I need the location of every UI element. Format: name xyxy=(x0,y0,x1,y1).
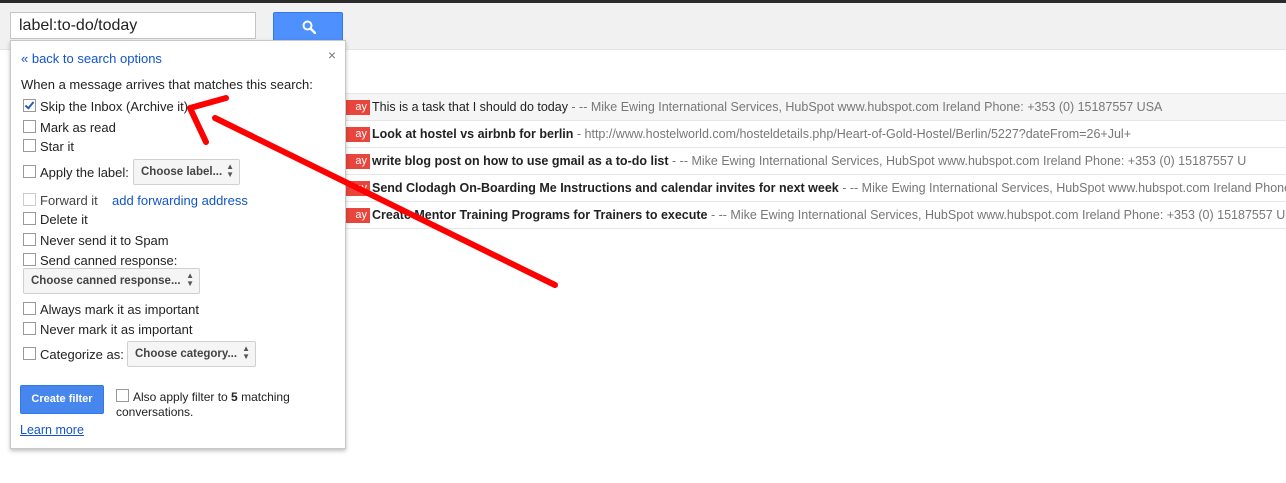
label-tag: ay xyxy=(344,154,370,169)
apply-label-label: Apply the label: xyxy=(40,165,129,180)
star-label: Star it xyxy=(40,139,74,154)
updown-arrow-icon: ▲ ▼ xyxy=(242,344,250,361)
label-tag: ay xyxy=(344,208,370,223)
option-mark-read[interactable]: Mark as read xyxy=(23,120,116,136)
create-filter-button[interactable]: Create filter xyxy=(20,385,104,414)
filter-intro-text: When a message arrives that matches this… xyxy=(21,77,313,92)
delete-label: Delete it xyxy=(40,212,88,227)
mark-read-checkbox[interactable] xyxy=(23,120,36,133)
skip-inbox-label: Skip the Inbox (Archive it) xyxy=(40,99,189,114)
forward-checkbox[interactable] xyxy=(23,193,36,206)
option-categorize[interactable]: Categorize as: xyxy=(23,347,124,363)
option-delete[interactable]: Delete it xyxy=(23,212,88,228)
option-never-important[interactable]: Never mark it as important xyxy=(23,322,192,338)
option-never-spam[interactable]: Never send it to Spam xyxy=(23,233,169,249)
message-row[interactable]: ay Send Clodagh On-Boarding Me Instructi… xyxy=(338,175,1286,202)
canned-response-label: Send canned response: xyxy=(40,253,178,268)
message-subject: This is a task that I should do today xyxy=(372,100,568,114)
learn-more-link[interactable]: Learn more xyxy=(20,423,84,437)
search-icon xyxy=(302,20,316,34)
choose-category-value: Choose category... xyxy=(135,348,238,360)
categorize-checkbox[interactable] xyxy=(23,347,36,360)
message-row[interactable]: ay This is a task that I should do today… xyxy=(338,93,1286,121)
never-important-label: Never mark it as important xyxy=(40,322,193,337)
also-apply-option[interactable]: Also apply filter to 5 matching conversa… xyxy=(116,389,316,420)
choose-canned-response-value: Choose canned response... xyxy=(31,275,181,287)
message-row[interactable]: ay Create Mentor Training Programs for T… xyxy=(338,202,1286,229)
back-to-search-options-link[interactable]: « back to search options xyxy=(21,51,162,66)
star-checkbox[interactable] xyxy=(23,139,36,152)
message-subject: Send Clodagh On-Boarding Me Instructions… xyxy=(372,181,839,195)
matching-count: 5 xyxy=(231,390,238,404)
message-row[interactable]: ay write blog post on how to use gmail a… xyxy=(338,148,1286,175)
option-skip-inbox[interactable]: Skip the Inbox (Archive it) xyxy=(23,99,188,115)
option-star[interactable]: Star it xyxy=(23,139,74,155)
apply-label-checkbox[interactable] xyxy=(23,165,36,178)
message-snippet: - http://www.hostelworld.com/hosteldetai… xyxy=(573,127,1131,141)
canned-response-checkbox[interactable] xyxy=(23,253,36,266)
close-icon[interactable]: × xyxy=(328,47,336,63)
option-canned-response[interactable]: Send canned response: xyxy=(23,253,177,269)
search-button[interactable] xyxy=(273,12,343,41)
message-subject: Create Mentor Training Programs for Trai… xyxy=(372,208,708,222)
also-apply-checkbox[interactable] xyxy=(116,389,129,402)
message-list: ay This is a task that I should do today… xyxy=(338,93,1286,229)
message-snippet: - -- Mike Ewing International Services, … xyxy=(707,208,1286,222)
option-forward[interactable]: Forward it xyxy=(23,193,98,209)
choose-canned-response-dropdown[interactable]: Choose canned response... ▲ ▼ xyxy=(23,268,200,294)
delete-checkbox[interactable] xyxy=(23,212,36,225)
mark-read-label: Mark as read xyxy=(40,120,116,135)
message-snippet: - -- Mike Ewing International Services, … xyxy=(567,100,1163,114)
updown-arrow-icon: ▲ ▼ xyxy=(186,271,194,288)
option-apply-label[interactable]: Apply the label: xyxy=(23,165,129,181)
message-row[interactable]: ay Look at hostel vs airbnb for berlin -… xyxy=(338,121,1286,148)
label-tag: ay xyxy=(344,100,370,115)
never-spam-checkbox[interactable] xyxy=(23,233,36,246)
message-snippet: - -- Mike Ewing International Services, … xyxy=(842,181,1286,195)
message-subject: write blog post on how to use gmail as a… xyxy=(372,154,669,168)
add-forwarding-address-link[interactable]: add forwarding address xyxy=(112,193,248,208)
search-input[interactable]: label:to-do/today xyxy=(10,12,256,39)
never-spam-label: Never send it to Spam xyxy=(40,233,169,248)
skip-inbox-checkbox[interactable] xyxy=(23,99,36,112)
always-important-label: Always mark it as important xyxy=(40,302,199,317)
label-tag: ay xyxy=(344,127,370,142)
also-apply-prefix: Also apply filter to xyxy=(133,390,232,404)
choose-category-dropdown[interactable]: Choose category... ▲ ▼ xyxy=(127,341,256,367)
choose-label-value: Choose label... xyxy=(141,166,223,178)
label-tag: ay xyxy=(344,181,370,196)
always-important-checkbox[interactable] xyxy=(23,302,36,315)
message-subject: Look at hostel vs airbnb for berlin xyxy=(372,127,574,141)
option-always-important[interactable]: Always mark it as important xyxy=(23,302,199,318)
message-snippet: - -- Mike Ewing International Services, … xyxy=(668,154,1247,168)
choose-label-dropdown[interactable]: Choose label... ▲ ▼ xyxy=(133,159,240,185)
never-important-checkbox[interactable] xyxy=(23,322,36,335)
filter-dialog: « back to search options × When a messag… xyxy=(10,40,346,449)
categorize-label: Categorize as: xyxy=(40,347,124,362)
forward-label: Forward it xyxy=(40,193,98,208)
updown-arrow-icon: ▲ ▼ xyxy=(226,162,234,179)
